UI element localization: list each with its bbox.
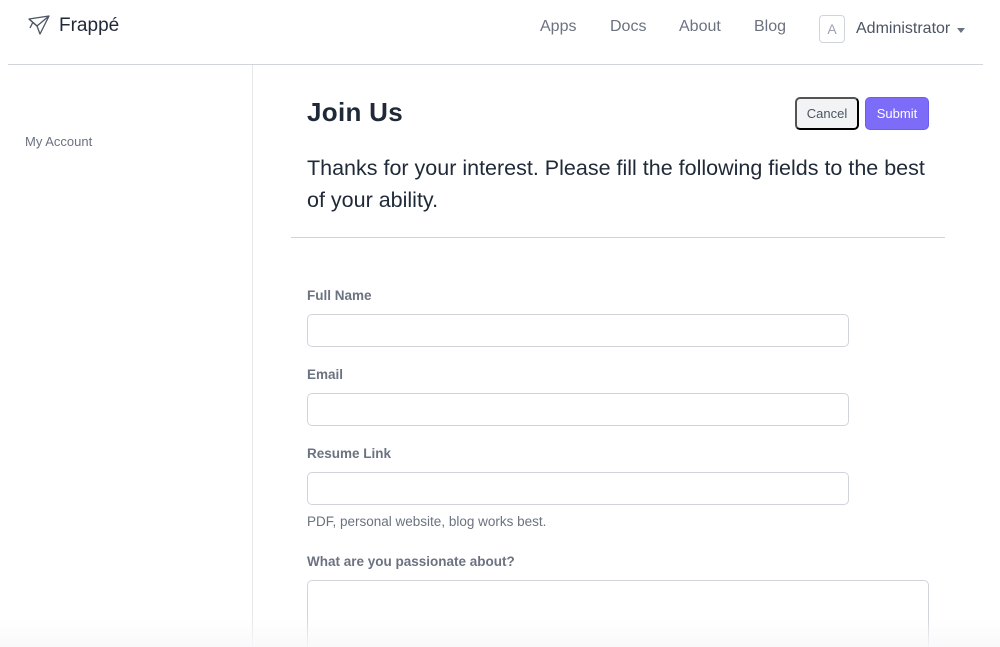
passion-label: What are you passionate about?	[307, 554, 515, 569]
nav-link-about[interactable]: About	[679, 18, 721, 36]
cancel-button[interactable]: Cancel	[795, 97, 859, 130]
caret-down-icon	[957, 27, 966, 33]
section-divider	[291, 237, 945, 238]
email-input[interactable]	[307, 393, 849, 426]
resume-link-label: Resume Link	[307, 446, 392, 461]
frappe-bird-icon	[28, 15, 50, 35]
full-name-input[interactable]	[307, 314, 849, 347]
navbar: Frappé Apps Docs About Blog A Administra…	[0, 0, 1000, 64]
resume-link-help-text: PDF, personal website, blog works best.	[307, 514, 547, 529]
nav-link-docs[interactable]: Docs	[610, 18, 646, 36]
passion-textarea[interactable]	[307, 580, 929, 647]
brand-name: Frappé	[59, 15, 120, 36]
page-title: Join Us	[307, 97, 404, 127]
email-label: Email	[307, 367, 344, 382]
submit-button[interactable]: Submit	[865, 97, 929, 130]
avatar: A	[819, 15, 845, 43]
nav-link-apps[interactable]: Apps	[540, 18, 576, 36]
brand-link[interactable]: Frappé	[27, 15, 119, 37]
user-name: Administrator	[856, 20, 951, 37]
user-menu-dropdown[interactable]: A Administrator	[819, 15, 966, 43]
resume-link-input[interactable]	[307, 472, 849, 505]
sidebar: My Account	[0, 65, 253, 647]
sidebar-item-my-account[interactable]: My Account	[25, 134, 92, 149]
nav-link-blog[interactable]: Blog	[754, 18, 786, 36]
page-intro: Thanks for your interest. Please fill th…	[307, 156, 925, 212]
full-name-label: Full Name	[307, 288, 372, 303]
